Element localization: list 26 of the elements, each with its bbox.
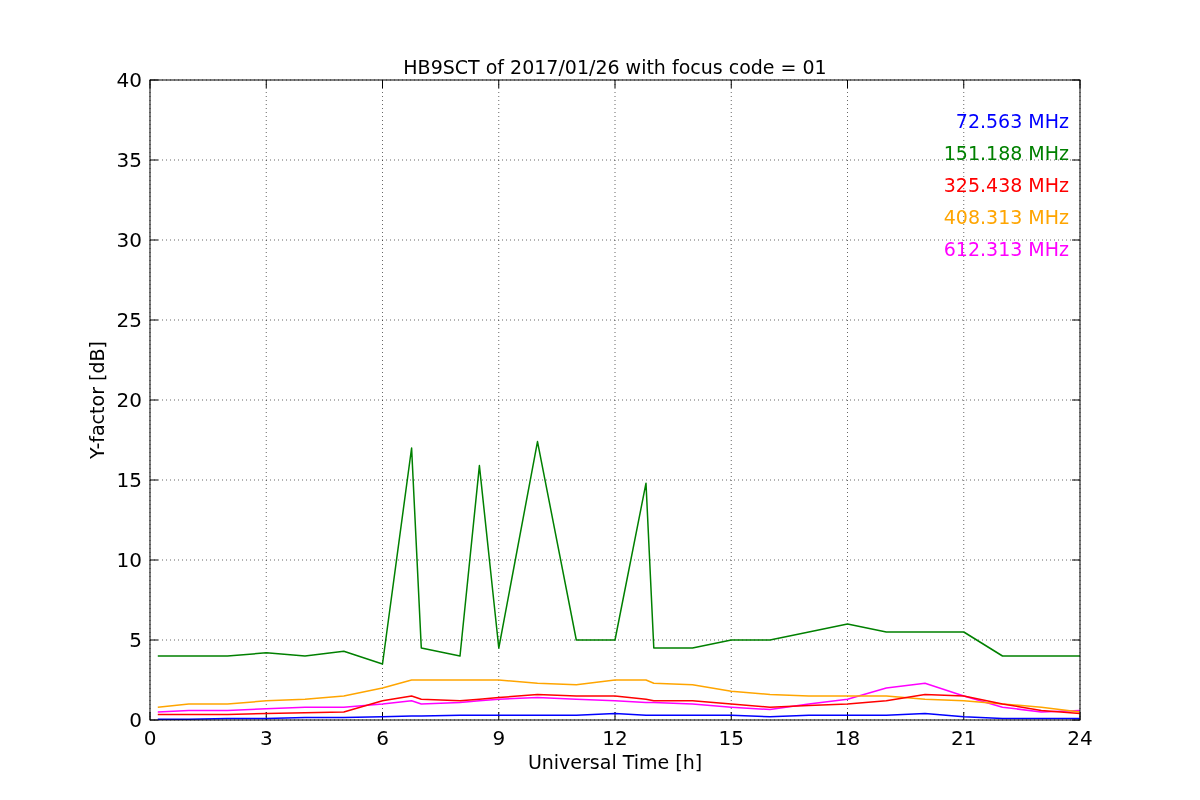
x-tick-label: 24 xyxy=(1067,726,1093,750)
y-tick-label: 10 xyxy=(116,548,142,572)
x-tick-label: 12 xyxy=(602,726,628,750)
x-tick-label: 21 xyxy=(951,726,977,750)
legend-label: 612.313 MHz xyxy=(943,238,1069,260)
legend-label: 408.313 MHz xyxy=(943,206,1069,228)
y-axis-label: Y-factor [dB] xyxy=(86,341,108,459)
x-tick-label: 0 xyxy=(143,726,157,750)
y-tick-label: 25 xyxy=(116,308,142,332)
x-tick-label: 9 xyxy=(492,726,506,750)
x-tick-label: 3 xyxy=(259,726,273,750)
y-tick-label: 35 xyxy=(116,148,142,172)
x-tick-label: 6 xyxy=(376,726,389,750)
y-tick-label: 20 xyxy=(116,388,142,412)
y-tick-label: 5 xyxy=(129,628,142,652)
legend-label: 325.438 MHz xyxy=(943,174,1069,196)
legend-label: 151.188 MHz xyxy=(943,142,1069,164)
y-tick-label: 40 xyxy=(116,68,142,92)
y-tick-label: 30 xyxy=(116,228,142,252)
x-tick-label: 18 xyxy=(834,726,861,750)
y-tick-label: 0 xyxy=(129,708,142,732)
x-tick-label: 15 xyxy=(718,726,744,750)
x-axis-label: Universal Time [h] xyxy=(527,751,703,773)
legend-label: 72.563 MHz xyxy=(955,110,1069,132)
chart-title: HB9SCT of 2017/01/26 with focus code = 01 xyxy=(403,56,827,78)
y-tick-label: 15 xyxy=(116,468,142,492)
